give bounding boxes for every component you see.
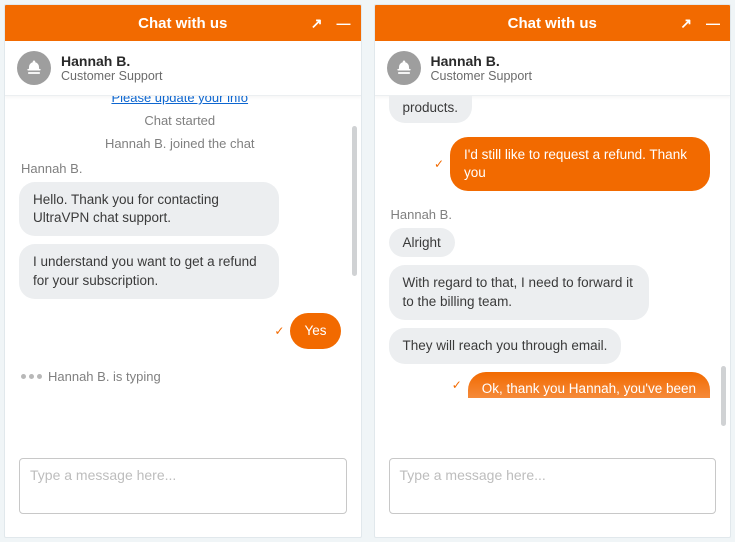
message-row: ✓ Yes xyxy=(19,307,341,355)
agent-message: They will reach you through email. xyxy=(389,328,622,364)
message-row: ✓ I'd still like to request a refund. Th… xyxy=(389,131,711,197)
typing-label: Hannah B. is typing xyxy=(48,369,161,384)
avatar xyxy=(387,51,421,85)
message-row: Hello. Thank you for contacting UltraVPN… xyxy=(19,182,341,244)
bell-icon xyxy=(394,58,414,78)
delivered-check-icon: ✓ xyxy=(434,157,444,171)
agent-name: Hannah B. xyxy=(431,53,532,69)
joined-label: Hannah B. joined the chat xyxy=(19,136,341,151)
bell-icon xyxy=(24,58,44,78)
typing-indicator: Hannah B. is typing xyxy=(21,369,341,384)
message-row: Alright xyxy=(389,228,711,265)
sender-label: Hannah B. xyxy=(21,161,341,176)
delivered-check-icon: ✓ xyxy=(274,324,284,338)
agent-message: Hello. Thank you for contacting UltraVPN… xyxy=(19,182,279,236)
sender-label: Hannah B. xyxy=(391,207,711,222)
message-input[interactable] xyxy=(389,458,717,514)
typing-dots-icon xyxy=(21,374,42,379)
agent-bar: Hannah B. Customer Support xyxy=(5,41,361,96)
user-message: I'd still like to request a refund. Than… xyxy=(450,137,710,191)
minimize-icon[interactable]: — xyxy=(706,16,720,30)
chat-widget-left: Chat with us ↗ — Hannah B. Customer Supp… xyxy=(4,4,362,538)
avatar xyxy=(17,51,51,85)
message-row: I understand you want to get a refund fo… xyxy=(19,244,341,306)
chat-header-title: Chat with us xyxy=(138,15,227,32)
agent-info: Hannah B. Customer Support xyxy=(431,53,532,83)
popout-icon[interactable]: ↗ xyxy=(680,16,692,30)
message-row: With regard to that, I need to forward i… xyxy=(389,265,711,327)
agent-name: Hannah B. xyxy=(61,53,162,69)
agent-message: With regard to that, I need to forward i… xyxy=(389,265,649,319)
delivered-check-icon: ✓ xyxy=(452,378,462,392)
message-row: They will reach you through email. xyxy=(389,328,711,372)
message-input[interactable] xyxy=(19,458,347,514)
user-message: Yes xyxy=(290,313,340,349)
chat-scroll[interactable]: Please update your info Chat started Han… xyxy=(19,96,341,448)
update-info-link[interactable]: Please update your info xyxy=(19,96,341,105)
agent-info: Hannah B. Customer Support xyxy=(61,53,162,83)
input-area xyxy=(5,448,361,537)
agent-message-partial: products. xyxy=(389,96,473,123)
chat-started-label: Chat started xyxy=(19,113,341,128)
user-message-partial: Ok, thank you Hannah, you've been xyxy=(468,372,710,398)
chat-widget-right: Chat with us ↗ — Hannah B. Customer Supp… xyxy=(374,4,732,538)
chat-body: Please update your info Chat started Han… xyxy=(5,96,361,448)
chat-header: Chat with us ↗ — xyxy=(5,5,361,41)
scrollbar-thumb[interactable] xyxy=(352,126,357,276)
chat-scroll[interactable]: products. ✓ I'd still like to request a … xyxy=(389,96,711,448)
chat-body: products. ✓ I'd still like to request a … xyxy=(375,96,731,448)
header-actions: ↗ — xyxy=(680,5,720,41)
agent-message: I understand you want to get a refund fo… xyxy=(19,244,279,298)
chat-header: Chat with us ↗ — xyxy=(375,5,731,41)
message-row: products. xyxy=(389,96,711,131)
header-actions: ↗ — xyxy=(311,5,351,41)
input-area xyxy=(375,448,731,537)
agent-message: Alright xyxy=(389,228,455,257)
agent-bar: Hannah B. Customer Support xyxy=(375,41,731,96)
message-row: ✓ Ok, thank you Hannah, you've been xyxy=(389,372,711,398)
minimize-icon[interactable]: — xyxy=(337,16,351,30)
scrollbar-thumb[interactable] xyxy=(721,366,726,426)
popout-icon[interactable]: ↗ xyxy=(311,16,323,30)
agent-role: Customer Support xyxy=(61,69,162,83)
agent-role: Customer Support xyxy=(431,69,532,83)
chat-header-title: Chat with us xyxy=(508,15,597,32)
